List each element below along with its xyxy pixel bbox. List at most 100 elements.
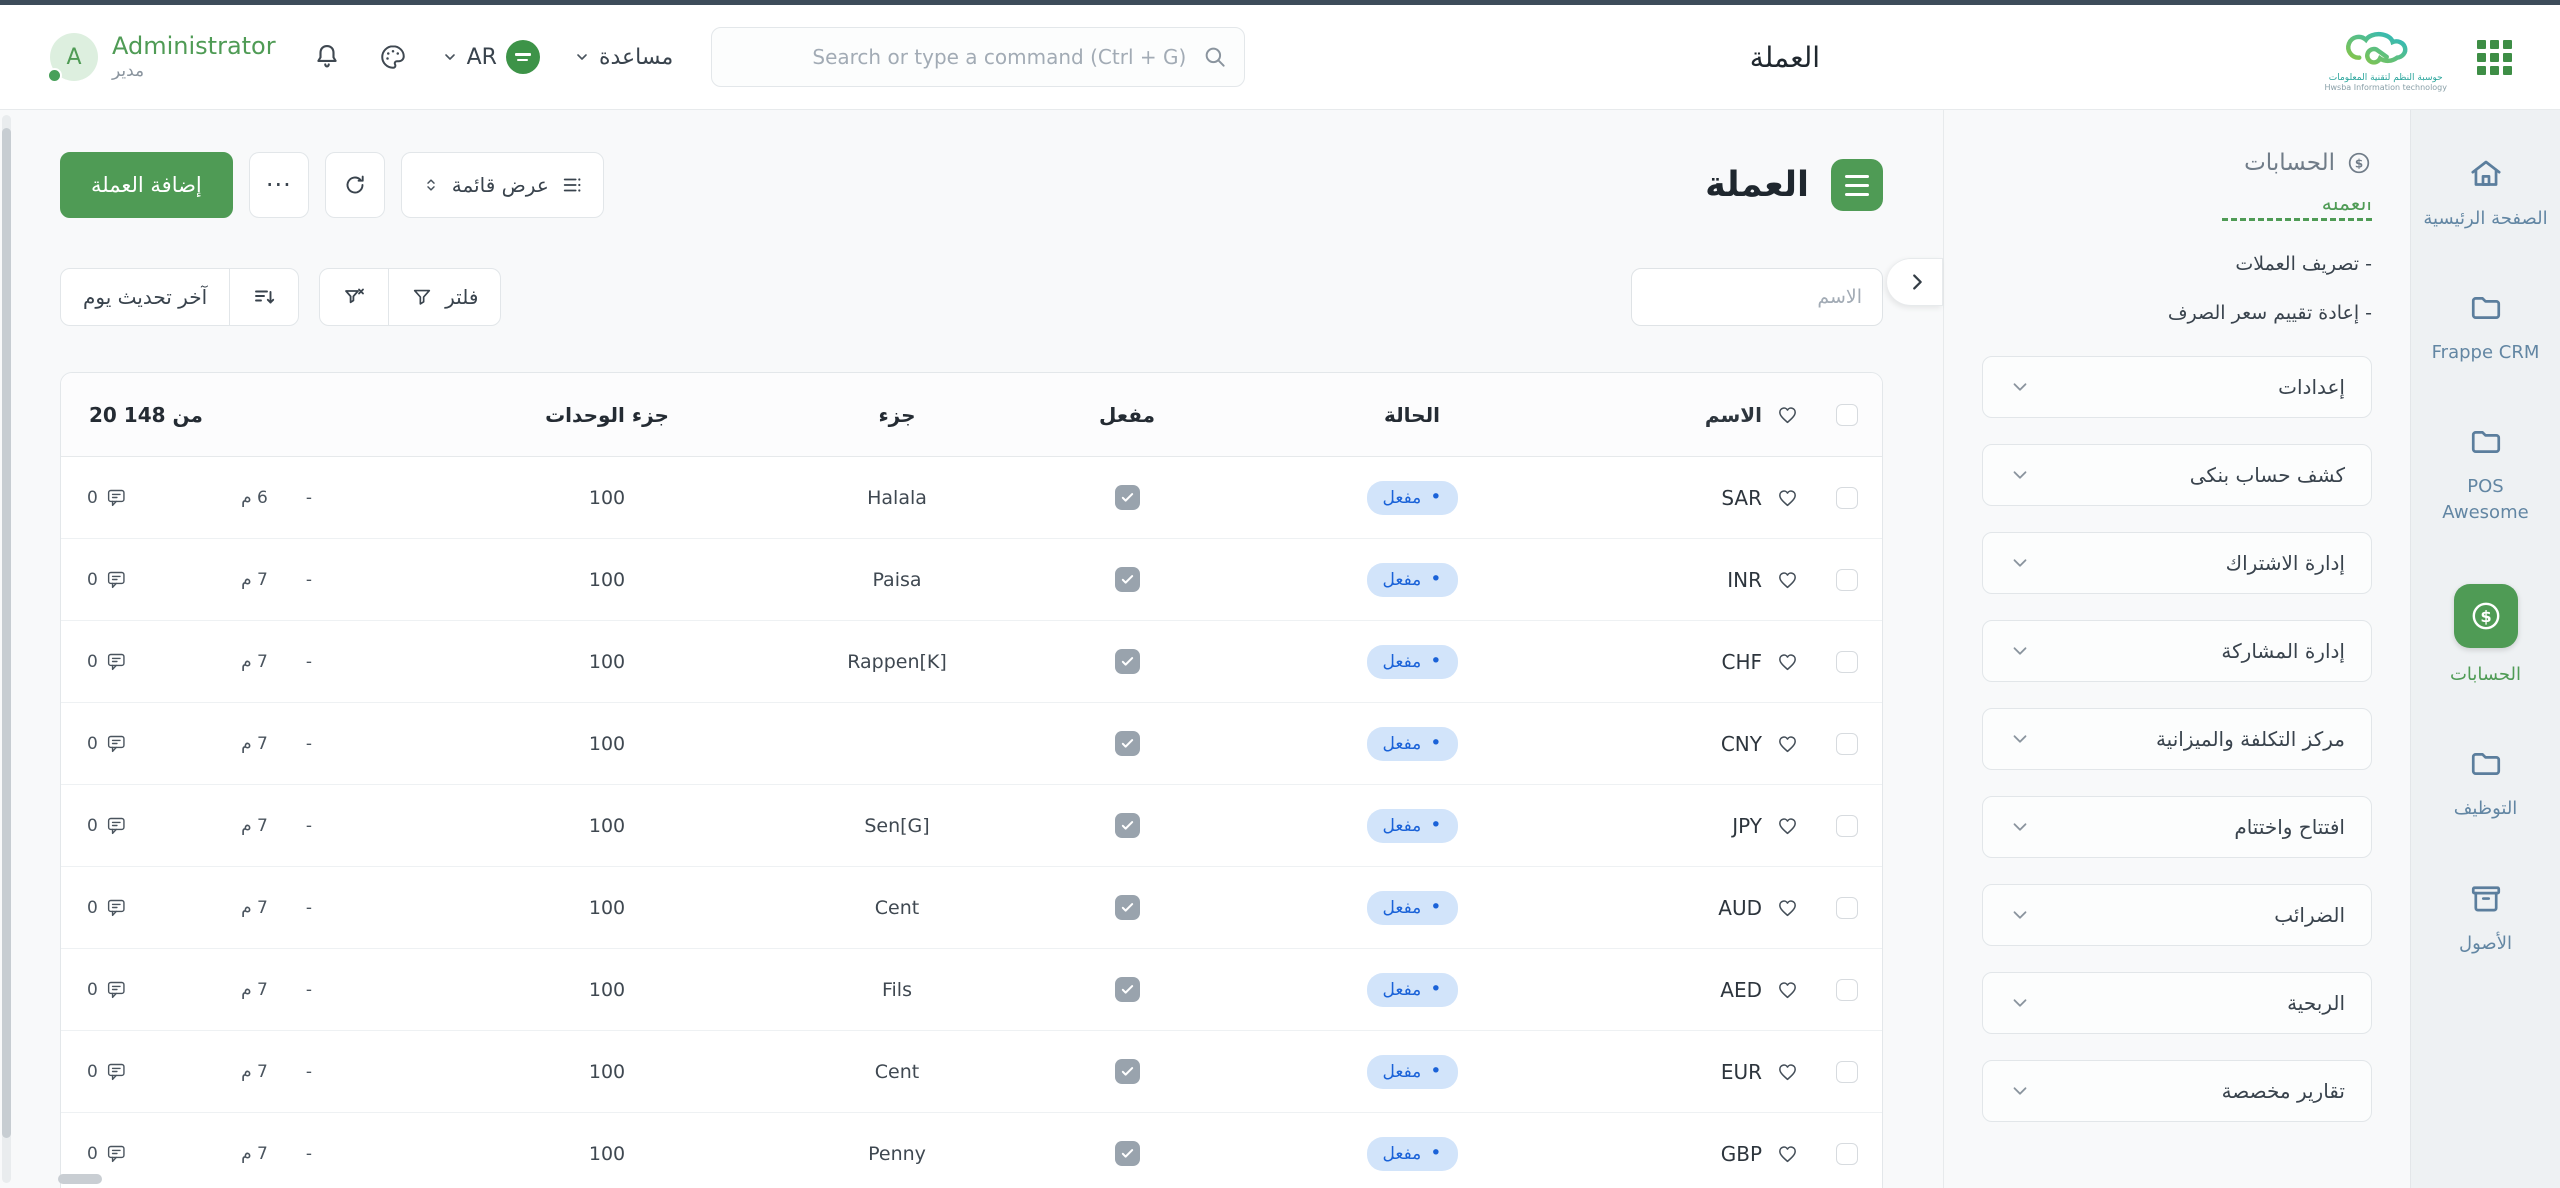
more-options-button[interactable]: ··· <box>249 152 309 218</box>
name-filter-input[interactable] <box>1631 268 1883 326</box>
sidebar-section[interactable]: إدارة الاشتراك <box>1982 532 2372 594</box>
currency-code-link[interactable]: EUR <box>1612 1031 1762 1112</box>
favorite-heart-icon[interactable] <box>1776 814 1799 837</box>
global-search-input[interactable] <box>711 27 1245 87</box>
app-rail-icon <box>2468 746 2504 782</box>
sidebar-section[interactable]: الربحية <box>1982 972 2372 1034</box>
table-row[interactable]: JPY • مفعل Sen[G] <box>61 785 1882 867</box>
row-select-checkbox[interactable] <box>1836 651 1858 673</box>
favorite-heart-icon[interactable] <box>1776 732 1799 755</box>
table-row[interactable]: CNY • مفعل 100 <box>61 703 1882 785</box>
app-rail-item[interactable]: الأصول <box>2422 881 2550 957</box>
list-view-selector[interactable]: عرض قائمة <box>401 152 604 218</box>
favorite-heart-icon[interactable] <box>1776 896 1799 919</box>
currency-code-link[interactable]: AED <box>1612 949 1762 1030</box>
table-row[interactable]: AUD • مفعل Cent <box>61 867 1882 949</box>
notifications-bell-icon[interactable] <box>312 42 342 72</box>
currency-code-link[interactable]: GBP <box>1612 1113 1762 1188</box>
chevron-down-icon <box>2009 816 2031 838</box>
column-header-enabled[interactable]: مفعل <box>1042 373 1212 456</box>
user-menu[interactable]: A Administrator مدير <box>50 31 276 82</box>
enabled-checkbox[interactable] <box>1115 731 1140 756</box>
favorite-heart-icon[interactable] <box>1776 1142 1799 1165</box>
row-select-checkbox[interactable] <box>1836 733 1858 755</box>
enabled-checkbox[interactable] <box>1115 813 1140 838</box>
favorite-heart-icon[interactable] <box>1776 486 1799 509</box>
sort-field-button[interactable]: آخر تحديث يوم <box>60 268 230 326</box>
fraction-units-value: 100 <box>462 1113 752 1188</box>
enabled-checkbox[interactable] <box>1115 895 1140 920</box>
sidebar-section[interactable]: افتتاح واختتام <box>1982 796 2372 858</box>
enabled-checkbox[interactable] <box>1115 1059 1140 1084</box>
sidebar-section[interactable]: إعدادات <box>1982 356 2372 418</box>
currency-code-link[interactable]: JPY <box>1612 785 1762 866</box>
table-row[interactable]: EUR • مفعل Cent <box>61 1031 1882 1113</box>
row-select-checkbox[interactable] <box>1836 815 1858 837</box>
workspace-menu-button[interactable] <box>1831 159 1883 211</box>
language-selector[interactable]: AR <box>442 40 540 74</box>
column-header-fraction-units[interactable]: جزء الوحدات <box>462 373 752 456</box>
sidebar-active-item[interactable]: العملة <box>2222 202 2372 221</box>
favorite-heart-icon[interactable] <box>1776 403 1799 426</box>
row-select-checkbox[interactable] <box>1836 569 1858 591</box>
clear-filter-button[interactable] <box>319 268 389 326</box>
company-logo[interactable]: حوسبة النظم لتقنية المعلومات Hwsba Infor… <box>2324 22 2447 93</box>
app-rail-item[interactable]: التوظيف <box>2422 746 2550 822</box>
horizontal-scrollbar-thumb[interactable] <box>58 1174 102 1184</box>
column-header-name[interactable]: الاسم <box>1612 373 1762 456</box>
row-select-checkbox[interactable] <box>1836 487 1858 509</box>
row-select-checkbox[interactable] <box>1836 1061 1858 1083</box>
currency-code-link[interactable]: SAR <box>1612 457 1762 538</box>
help-label: مساعدة <box>599 45 673 70</box>
row-select-checkbox[interactable] <box>1836 1143 1858 1165</box>
table-row[interactable]: INR • مفعل Paisa <box>61 539 1882 621</box>
sidebar-section-label: مركز التكلفة والميزانية <box>2156 727 2345 751</box>
table-row[interactable]: CHF • مفعل Rappen[K] <box>61 621 1882 703</box>
add-currency-button[interactable]: إضافة العملة <box>60 152 233 218</box>
chevron-down-icon <box>442 49 458 65</box>
filter-button[interactable]: فلتر <box>388 268 501 326</box>
sidebar-section[interactable]: تقارير مخصصة <box>1982 1060 2372 1122</box>
table-row[interactable]: SAR • مفعل Halala <box>61 457 1882 539</box>
row-select-checkbox[interactable] <box>1836 897 1858 919</box>
currency-code-link[interactable]: AUD <box>1612 867 1762 948</box>
currency-code-link[interactable]: CHF <box>1612 621 1762 702</box>
sidebar-section[interactable]: كشف حساب بنكى <box>1982 444 2372 506</box>
column-header-fraction[interactable]: جزء <box>752 373 1042 456</box>
enabled-checkbox[interactable] <box>1115 977 1140 1002</box>
sidebar-link[interactable]: - إعادة تقييم سعر الصرف <box>1982 302 2372 324</box>
sort-direction-button[interactable] <box>229 268 299 326</box>
column-header-status[interactable]: الحالة <box>1212 373 1612 456</box>
refresh-button[interactable] <box>325 152 385 218</box>
row-select-checkbox[interactable] <box>1836 979 1858 1001</box>
favorite-heart-icon[interactable] <box>1776 1060 1799 1083</box>
table-row[interactable]: GBP • مفعل Penny <box>61 1113 1882 1188</box>
favorite-heart-icon[interactable] <box>1776 650 1799 673</box>
sidebar-title-row[interactable]: $ الحسابات <box>1982 150 2372 176</box>
favorite-heart-icon[interactable] <box>1776 568 1799 591</box>
sidebar-collapse-toggle[interactable] <box>1887 258 1943 306</box>
currency-code-link[interactable]: CNY <box>1612 703 1762 784</box>
app-rail-item[interactable]: POS Awesome <box>2422 424 2550 526</box>
help-menu[interactable]: مساعدة <box>574 45 673 70</box>
app-rail-item[interactable]: $ الحسابات <box>2422 584 2550 688</box>
enabled-checkbox[interactable] <box>1115 485 1140 510</box>
sidebar-link[interactable]: - تصريف العملات <box>1982 253 2372 275</box>
app-rail-item[interactable]: Frappe CRM <box>2422 290 2550 366</box>
select-all-checkbox[interactable] <box>1836 404 1858 426</box>
sidebar-section[interactable]: مركز التكلفة والميزانية <box>1982 708 2372 770</box>
apps-grid-icon[interactable] <box>2477 40 2512 75</box>
table-row[interactable]: AED • مفعل Fils <box>61 949 1882 1031</box>
app-rail-icon <box>2468 881 2504 917</box>
enabled-checkbox[interactable] <box>1115 567 1140 592</box>
sidebar-section[interactable]: الضرائب <box>1982 884 2372 946</box>
enabled-checkbox[interactable] <box>1115 649 1140 674</box>
app-rail-item[interactable]: الصفحة الرئيسية <box>2422 156 2550 232</box>
currency-code-link[interactable]: INR <box>1612 539 1762 620</box>
sidebar-section[interactable]: إدارة المشاركة <box>1982 620 2372 682</box>
chevron-down-icon <box>2009 904 2031 926</box>
favorite-heart-icon[interactable] <box>1776 978 1799 1001</box>
enabled-checkbox[interactable] <box>1115 1141 1140 1166</box>
page-scrollbar-thumb[interactable] <box>2 128 11 1138</box>
theme-palette-icon[interactable] <box>378 42 408 72</box>
